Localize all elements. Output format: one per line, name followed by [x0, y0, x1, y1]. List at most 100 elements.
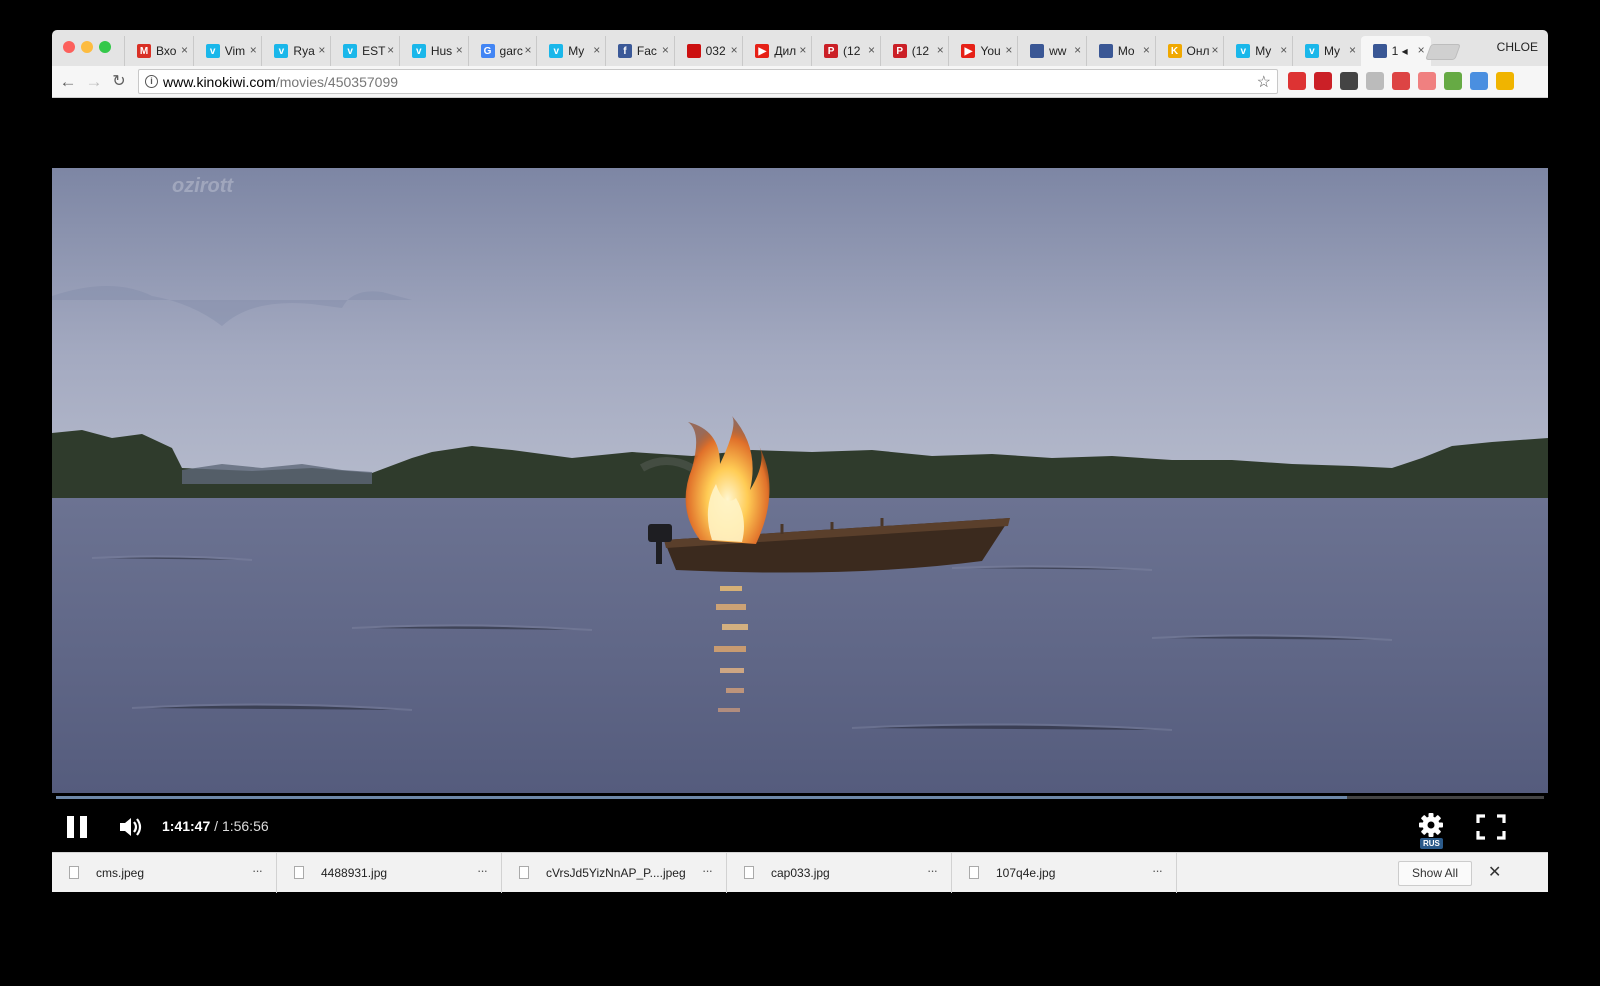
download-menu-button[interactable]: ··· — [1152, 863, 1163, 878]
video-frame[interactable]: ozirott — [52, 168, 1548, 793]
download-item[interactable]: cms.jpeg ··· — [52, 853, 277, 893]
close-tab-icon[interactable]: × — [1212, 43, 1219, 57]
address-bar[interactable]: i www.kinokiwi.com/movies/450357099 ☆ — [138, 69, 1278, 94]
close-tab-icon[interactable]: × — [1349, 43, 1356, 57]
close-tab-icon[interactable]: × — [731, 43, 738, 57]
volume-icon[interactable] — [118, 814, 144, 840]
download-menu-button[interactable]: ··· — [702, 863, 713, 878]
adblock-icon[interactable] — [1392, 72, 1410, 90]
close-tab-icon[interactable]: × — [525, 43, 532, 57]
image-file-icon — [294, 866, 304, 879]
tab-2[interactable]: v Rya × — [261, 36, 331, 66]
tab-4[interactable]: v Hus × — [398, 36, 469, 66]
download-menu-button[interactable]: ··· — [927, 863, 938, 878]
gmail-counter-icon[interactable] — [1288, 72, 1306, 90]
tab-8[interactable]: 032 × — [673, 36, 744, 66]
new-tab-button[interactable] — [1425, 44, 1461, 60]
tab-16[interactable]: v My × — [1223, 36, 1293, 66]
maximize-window-button[interactable] — [99, 41, 111, 53]
minimize-window-button[interactable] — [81, 41, 93, 53]
download-menu-button[interactable]: ··· — [252, 863, 263, 878]
kinokiwi-icon — [1098, 44, 1113, 58]
back-button[interactable]: ← — [58, 72, 78, 92]
tab-title: EST — [362, 44, 386, 58]
close-tab-icon[interactable]: × — [1005, 43, 1012, 57]
alert-extension-icon[interactable] — [1496, 72, 1514, 90]
tab-17[interactable]: v My × — [1291, 36, 1362, 66]
tab-10[interactable]: P (12 × — [811, 36, 881, 66]
download-menu-button[interactable]: ··· — [477, 863, 488, 878]
tab-5[interactable]: Ggarc × — [467, 36, 538, 66]
arrow-extension-icon[interactable] — [1418, 72, 1436, 90]
close-tab-icon[interactable]: × — [250, 43, 257, 57]
close-window-button[interactable] — [63, 41, 75, 53]
close-tab-icon[interactable]: × — [937, 43, 944, 57]
progress-fill — [56, 796, 1348, 799]
tab-18[interactable]: 1 ◂ × — [1360, 36, 1431, 66]
tab-title: Vim — [224, 44, 246, 58]
download-item[interactable]: cVrsJd5YizNnAP_P....jpeg ··· — [502, 853, 727, 893]
close-tab-icon[interactable]: × — [181, 43, 188, 57]
facebook-icon: f — [617, 44, 632, 58]
vimeo-icon: v — [411, 44, 426, 58]
youtube-icon: ▶ — [755, 44, 770, 58]
pinterest-icon[interactable] — [1314, 72, 1332, 90]
close-tab-icon[interactable]: × — [387, 43, 394, 57]
tab-3[interactable]: v EST × — [330, 36, 400, 66]
tab-15[interactable]: K Онл × — [1154, 36, 1225, 66]
close-tab-icon[interactable]: × — [318, 43, 325, 57]
browser-window: M Вхо × v Vim × v Rya × v EST × v Hus × Ggarc × v My × f Fac ×… — [52, 30, 1548, 911]
image-file-icon — [969, 866, 979, 879]
close-tab-icon[interactable]: × — [593, 43, 600, 57]
tab-0[interactable]: M Вхо × — [124, 36, 194, 66]
leaf-extension-icon[interactable] — [1444, 72, 1462, 90]
show-all-downloads-button[interactable]: Show All — [1398, 861, 1472, 886]
tab-12[interactable]: ▶ You × — [948, 36, 1018, 66]
ghostery-icon[interactable] — [1340, 72, 1358, 90]
close-tab-icon[interactable]: × — [1280, 43, 1287, 57]
reload-button[interactable]: ↻ — [109, 72, 129, 92]
close-tab-icon[interactable]: × — [662, 43, 669, 57]
tab-title: Mo — [1117, 44, 1135, 58]
close-tab-icon[interactable]: × — [1074, 43, 1081, 57]
download-item[interactable]: 107q4e.jpg ··· — [952, 853, 1177, 893]
url-path: /movies/450357099 — [275, 74, 399, 90]
tab-title: Дил — [774, 44, 797, 58]
tab-7[interactable]: f Fac × — [604, 36, 675, 66]
progress-bar[interactable] — [56, 796, 1544, 799]
close-tab-icon[interactable]: × — [868, 43, 875, 57]
profile-button[interactable]: CHLOE — [1497, 40, 1538, 54]
fullscreen-icon[interactable] — [1476, 814, 1506, 840]
download-item[interactable]: cap033.jpg ··· — [727, 853, 952, 893]
google-icon: G — [480, 44, 495, 58]
tab-14[interactable]: Mo × — [1085, 36, 1156, 66]
settings-button[interactable]: RUS — [1418, 812, 1446, 850]
sync-extension-icon[interactable] — [1470, 72, 1488, 90]
close-tab-icon[interactable]: × — [799, 43, 806, 57]
tab-title: ww — [1049, 44, 1067, 58]
subtitle-language-badge: RUS — [1420, 838, 1443, 849]
download-item[interactable]: 4488931.jpg ··· — [277, 853, 502, 893]
bookmark-star-icon[interactable]: ☆ — [1257, 72, 1271, 92]
tab-title: My — [1323, 44, 1340, 58]
vimeo-icon: v — [274, 44, 289, 58]
close-tab-icon[interactable]: × — [1418, 43, 1425, 57]
info-icon[interactable]: i — [145, 75, 158, 88]
forward-button[interactable]: → — [84, 72, 104, 92]
extensions-bar — [1288, 72, 1514, 90]
tab-13[interactable]: ww × — [1017, 36, 1087, 66]
pause-button[interactable] — [67, 816, 89, 838]
paw-icon[interactable] — [1366, 72, 1384, 90]
time-display: 1:41:47 / 1:56:56 — [162, 818, 269, 834]
close-tab-icon[interactable]: × — [456, 43, 463, 57]
tab-6[interactable]: v My × — [536, 36, 606, 66]
time-separator: / — [214, 818, 219, 834]
url-domain: www.kinokiwi.com — [163, 74, 276, 90]
close-tab-icon[interactable]: × — [1143, 43, 1150, 57]
close-downloads-button[interactable]: ✕ — [1488, 862, 1501, 882]
tab-9[interactable]: ▶ Дил × — [742, 36, 812, 66]
tab-11[interactable]: P (12 × — [879, 36, 950, 66]
gmail-icon: M — [137, 44, 151, 58]
tab-title: garc — [499, 44, 523, 58]
tab-1[interactable]: v Vim × — [192, 36, 263, 66]
